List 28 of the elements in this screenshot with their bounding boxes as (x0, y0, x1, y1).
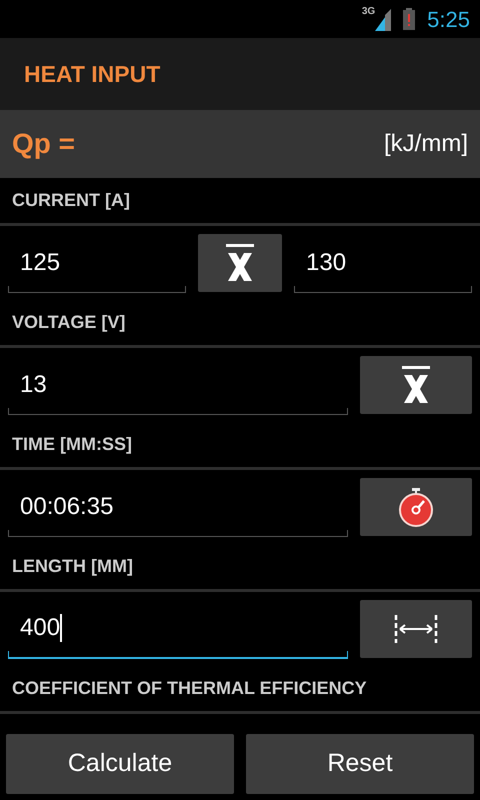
result-label: Qp = (12, 127, 76, 161)
network-label: 3G (362, 7, 376, 17)
section-heading: COEFFICIENT OF THERMAL EFFICIENCY (12, 677, 367, 700)
tool-button[interactable] (360, 478, 472, 536)
section-heading: LENGTH [MM] (12, 555, 133, 578)
clock: 5:25 (427, 6, 470, 34)
tool-button[interactable] (198, 234, 282, 292)
input-field[interactable]: 13 (8, 355, 348, 415)
mean-icon (401, 365, 431, 405)
input-field[interactable]: 130 (294, 233, 472, 293)
mean-icon (225, 243, 255, 283)
stopwatch-icon (398, 487, 434, 527)
result-unit: [kJ/mm] (384, 129, 468, 159)
width-measure-icon (394, 614, 438, 644)
battery-icon (403, 8, 416, 30)
text-cursor (60, 614, 62, 642)
input-field[interactable]: 00:06:35 (8, 477, 348, 537)
tool-button[interactable] (360, 600, 472, 658)
tool-button[interactable] (360, 356, 472, 414)
section-heading: VOLTAGE [V] (12, 311, 126, 334)
screen-title: HEAT INPUT (24, 60, 160, 89)
action-button[interactable]: Calculate (6, 734, 234, 794)
input-field[interactable]: 400 (8, 599, 348, 659)
action-button[interactable]: Reset (246, 734, 474, 794)
section-heading: CURRENT [A] (12, 189, 130, 212)
section-heading: TIME [MM:SS] (12, 433, 132, 456)
input-field[interactable]: 125 (8, 233, 186, 293)
signal-icon (375, 9, 392, 31)
